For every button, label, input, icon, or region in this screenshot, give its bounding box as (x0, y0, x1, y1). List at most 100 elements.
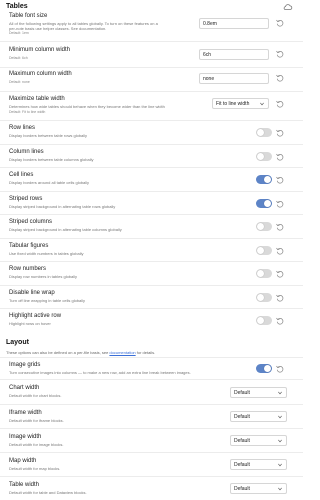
setting-desc: Determines how wide tables should behave… (9, 104, 165, 109)
setting-default: Default: 1em (9, 31, 29, 35)
striped-rows-toggle[interactable] (256, 199, 272, 208)
setting-label: Maximum column width (9, 71, 72, 77)
setting-desc: Display borders between table rows globa… (9, 133, 88, 138)
setting-label: Highlight active row (9, 313, 62, 319)
setting-disable-line-wrap: Disable line wrap Turn off line wrapping… (0, 285, 303, 308)
setting-default: Default: Fit to line width (9, 110, 46, 114)
image-width-select[interactable]: Default (230, 435, 287, 446)
setting-label: Iframe width (9, 410, 42, 416)
reset-icon[interactable] (276, 317, 284, 325)
maximize-table-width-select[interactable]: Fit to line width (212, 98, 269, 109)
setting-table-width: Table width Default width for table and … (0, 476, 303, 500)
image-grids-toggle[interactable] (256, 364, 272, 373)
select-value: Default (234, 486, 250, 492)
setting-desc: Default width for chart blocks. (9, 393, 62, 398)
map-width-select[interactable]: Default (230, 459, 287, 470)
setting-map-width: Map width Default width for map blocks. … (0, 452, 303, 476)
setting-desc: Default width for iframe blocks. (9, 418, 64, 423)
setting-label: Striped rows (9, 196, 43, 202)
setting-label: Minimum column width (9, 47, 71, 53)
setting-min-column-width: Minimum column width Default: 6ch (0, 41, 303, 67)
setting-iframe-width: Iframe width Default width for iframe bl… (0, 404, 303, 428)
setting-chart-width: Chart width Default width for chart bloc… (0, 379, 303, 404)
toggle-knob (257, 153, 264, 160)
setting-label: Maximize table width (9, 96, 65, 102)
setting-striped-rows: Striped rows Display striped background … (0, 191, 303, 214)
setting-desc: Display row numbers in tables globally (9, 274, 78, 279)
striped-columns-toggle[interactable] (256, 222, 272, 231)
reset-icon[interactable] (276, 247, 284, 255)
reset-icon[interactable] (276, 365, 284, 373)
chevron-down-icon (277, 486, 283, 492)
setting-label: Disable line wrap (9, 290, 55, 296)
row-lines-toggle[interactable] (256, 128, 272, 137)
table-width-select[interactable]: Default (230, 483, 287, 494)
select-value: Fit to line width (216, 101, 250, 107)
iframe-width-select[interactable]: Default (230, 411, 287, 422)
setting-striped-columns: Striped columns Display striped backgrou… (0, 214, 303, 238)
setting-maximize-table-width: Maximize table width Determines how wide… (0, 91, 303, 120)
reset-icon[interactable] (276, 19, 284, 27)
toggle-knob (257, 294, 264, 301)
column-lines-toggle[interactable] (256, 152, 272, 161)
setting-row-lines: Row lines Display borders between table … (0, 120, 303, 144)
setting-desc: Default width for image blocks. (9, 442, 64, 447)
setting-label: Row lines (9, 125, 36, 131)
setting-column-lines: Column lines Display borders between tab… (0, 144, 303, 167)
chevron-down-icon (277, 438, 283, 444)
min-column-width-input[interactable] (199, 49, 269, 60)
toggle-knob (257, 247, 264, 254)
toggle-knob (257, 129, 264, 136)
chevron-down-icon (259, 101, 265, 107)
setting-label: Tabular figures (9, 243, 49, 249)
toggle-knob (264, 200, 271, 207)
setting-desc: Display borders between table columns gl… (9, 157, 94, 162)
layout-desc-prefix: These options can also be defined on a p… (6, 350, 110, 355)
reset-icon[interactable] (276, 50, 284, 58)
max-column-width-input[interactable] (199, 73, 269, 84)
cell-lines-toggle[interactable] (256, 175, 272, 184)
reset-icon[interactable] (276, 100, 284, 108)
tabular-figures-toggle[interactable] (256, 246, 272, 255)
reset-icon[interactable] (276, 176, 284, 184)
row-numbers-toggle[interactable] (256, 269, 272, 278)
top-bar (0, 0, 303, 10)
setting-max-column-width: Maximum column width Default: none (0, 67, 303, 91)
setting-desc: Turn off line wrapping in table cells gl… (9, 298, 86, 303)
setting-label: Chart width (9, 385, 40, 391)
setting-image-grids: Image grids Turn consecutive images into… (0, 357, 303, 379)
reset-icon[interactable] (276, 74, 284, 82)
setting-label: Table font size (9, 13, 48, 19)
setting-label: Image grids (9, 362, 41, 368)
setting-desc: Default width for table and Dataview blo… (9, 490, 87, 495)
setting-desc: Default width for map blocks. (9, 466, 61, 471)
layout-section-title: Layout (6, 339, 29, 346)
toggle-knob (257, 223, 264, 230)
setting-default: Default: none (9, 80, 30, 84)
setting-tabular-figures: Tabular figures Use fixed width numbers … (0, 238, 303, 261)
tables-section-title: Tables (6, 3, 28, 10)
reset-icon[interactable] (276, 200, 284, 208)
reset-icon[interactable] (276, 223, 284, 231)
select-value: Default (234, 438, 250, 444)
chart-width-select[interactable]: Default (230, 387, 287, 398)
setting-table-font-size: Table font size All of the following set… (0, 12, 303, 41)
reset-icon[interactable] (276, 270, 284, 278)
table-font-size-input[interactable] (199, 18, 269, 29)
setting-desc: Display striped background in alternatin… (9, 204, 116, 209)
select-value: Default (234, 462, 250, 468)
reset-icon[interactable] (276, 129, 284, 137)
documentation-link[interactable]: documentation (109, 350, 135, 355)
toggle-knob (264, 365, 271, 372)
cloud-icon[interactable] (283, 2, 293, 12)
setting-label: Column lines (9, 149, 44, 155)
reset-icon[interactable] (276, 153, 284, 161)
disable-line-wrap-toggle[interactable] (256, 293, 272, 302)
reset-icon[interactable] (276, 294, 284, 302)
layout-section-desc: These options can also be defined on a p… (6, 350, 286, 355)
setting-label: Table width (9, 482, 40, 488)
setting-image-width: Image width Default width for image bloc… (0, 428, 303, 452)
setting-label: Map width (9, 458, 37, 464)
setting-label: Image width (9, 434, 42, 440)
highlight-active-row-toggle[interactable] (256, 316, 272, 325)
